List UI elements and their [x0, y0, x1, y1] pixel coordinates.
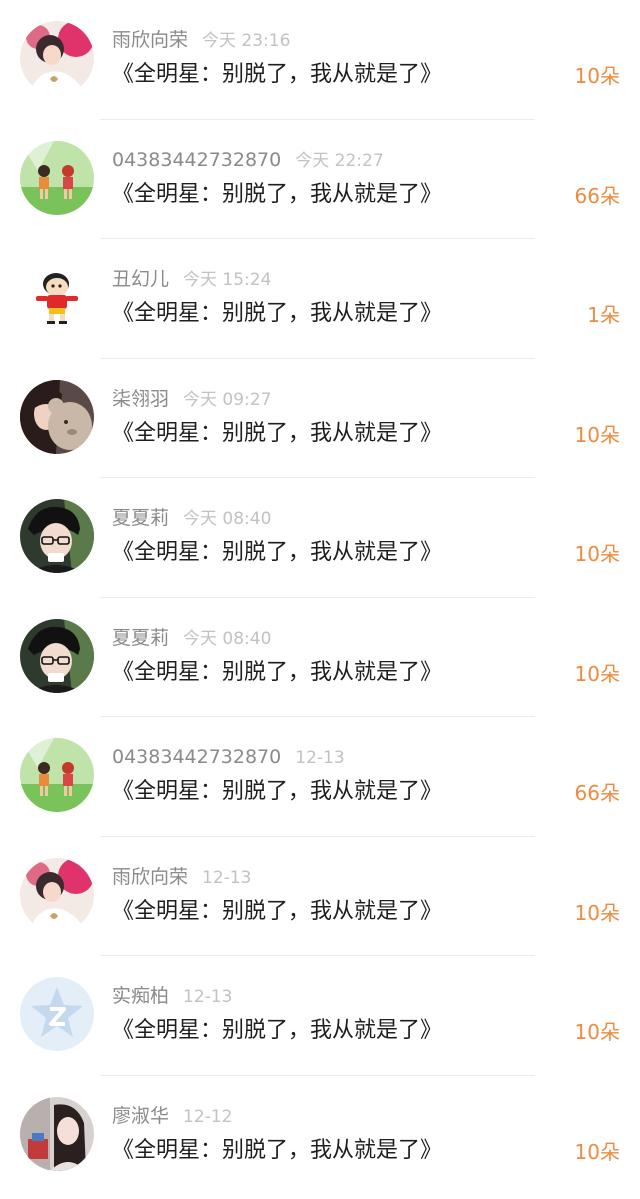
sender-name[interactable]: 实痴柏	[112, 985, 169, 1007]
gift-meta: 雨欣向荣 12-13	[112, 863, 251, 891]
sender-name[interactable]: 廖淑华	[112, 1105, 169, 1127]
gift-time: 12-13	[295, 748, 345, 768]
sender-name[interactable]: 夏夏莉	[112, 627, 169, 649]
gift-record-list: 雨欣向荣 今天 23:16 《全明星：别脱了，我从就是了》 10朵 0438344…	[0, 0, 640, 1199]
song-title[interactable]: 《全明星：别脱了，我从就是了》	[112, 59, 442, 91]
gift-meta: 雨欣向荣 今天 23:16	[112, 26, 290, 54]
song-title[interactable]: 《全明星：别脱了，我从就是了》	[112, 537, 442, 569]
flower-count: 10朵	[574, 1020, 620, 1044]
list-item[interactable]: 丑幻儿 今天 15:24 《全明星：别脱了，我从就是了》 1朵	[0, 239, 640, 359]
sender-name[interactable]: 雨欣向荣	[112, 866, 188, 888]
sender-name[interactable]: 夏夏莉	[112, 507, 169, 529]
avatar-girl-teddy-bear[interactable]	[20, 379, 94, 454]
avatar-boy-glasses[interactable]	[20, 618, 94, 693]
list-item[interactable]: 实痴柏 12-13 《全明星：别脱了，我从就是了》 10朵	[0, 956, 640, 1076]
avatar-anime-kids-field[interactable]	[20, 738, 94, 812]
song-title[interactable]: 《全明星：别脱了，我从就是了》	[112, 1135, 442, 1167]
flower-count: 10朵	[574, 900, 620, 925]
list-item[interactable]: 04383442732870 12-13 《全明星：别脱了，我从就是了》 66朵	[0, 717, 640, 837]
gift-time: 12-12	[183, 1106, 233, 1127]
sender-name[interactable]: 柒翎羽	[112, 388, 169, 410]
song-title[interactable]: 《全明星：别脱了，我从就是了》	[112, 896, 442, 928]
song-title[interactable]: 《全明星：别脱了，我从就是了》	[112, 179, 442, 211]
gift-meta: 实痴柏 12-13	[112, 982, 232, 1010]
list-item[interactable]: 04383442732870 今天 22:27 《全明星：别脱了，我从就是了》 6…	[0, 120, 640, 239]
gift-meta: 廖淑华 12-12	[112, 1102, 232, 1130]
song-title[interactable]: 《全明星：别脱了，我从就是了》	[112, 776, 442, 808]
flower-count: 1朵	[587, 303, 620, 327]
gift-time: 今天 22:27	[295, 150, 384, 171]
sender-name[interactable]: 04383442732870	[112, 746, 281, 768]
flower-count: 10朵	[574, 64, 620, 88]
gift-meta: 柒翎羽 今天 09:27	[112, 385, 271, 413]
gift-time: 12-13	[183, 987, 233, 1007]
gift-time: 12-13	[202, 867, 252, 888]
song-title[interactable]: 《全明星：别脱了，我从就是了》	[112, 1015, 442, 1047]
avatar-anime-kids-field[interactable]	[20, 140, 94, 215]
gift-meta: 丑幻儿 今天 15:24	[112, 265, 271, 293]
flower-count: 10朵	[574, 542, 620, 566]
gift-meta: 夏夏莉 今天 08:40	[112, 504, 271, 532]
gift-time: 今天 23:16	[202, 31, 291, 51]
flower-count: 10朵	[574, 422, 620, 447]
flower-count: 66朵	[574, 781, 620, 805]
list-item[interactable]: 廖淑华 12-12 《全明星：别脱了，我从就是了》 10朵	[0, 1076, 640, 1196]
list-item[interactable]: 雨欣向荣 12-13 《全明星：别脱了，我从就是了》 10朵	[0, 837, 640, 956]
avatar-default-star[interactable]	[20, 977, 94, 1051]
list-item[interactable]: 雨欣向荣 今天 23:16 《全明星：别脱了，我从就是了》 10朵	[0, 0, 640, 120]
avatar-girl-fan-art[interactable]	[20, 857, 94, 932]
song-title[interactable]: 《全明星：别脱了，我从就是了》	[112, 418, 442, 450]
gift-meta: 04383442732870 今天 22:27	[112, 146, 384, 174]
list-item[interactable]: 夏夏莉 今天 08:40 《全明星：别脱了，我从就是了》 10朵	[0, 478, 640, 598]
flower-count: 10朵	[574, 661, 620, 686]
gift-time: 今天 15:24	[183, 270, 272, 290]
avatar-boy-glasses[interactable]	[20, 499, 94, 573]
flower-count: 66朵	[574, 183, 620, 208]
gift-meta: 04383442732870 12-13	[112, 743, 345, 771]
avatar-girl-fan-art[interactable]	[20, 21, 94, 95]
sender-name[interactable]: 雨欣向荣	[112, 29, 188, 51]
flower-count: 10朵	[574, 1139, 620, 1164]
gift-time: 今天 08:40	[183, 628, 272, 649]
sender-name[interactable]: 04383442732870	[112, 149, 281, 171]
song-title[interactable]: 《全明星：别脱了，我从就是了》	[112, 657, 442, 689]
avatar-woman-photo[interactable]	[20, 1096, 94, 1171]
gift-time: 今天 09:27	[183, 389, 272, 410]
song-title[interactable]: 《全明星：别脱了，我从就是了》	[112, 298, 442, 330]
gift-time: 今天 08:40	[183, 509, 272, 529]
avatar-cartoon-boy[interactable]	[20, 260, 94, 334]
sender-name[interactable]: 丑幻儿	[112, 268, 169, 290]
gift-meta: 夏夏莉 今天 08:40	[112, 624, 271, 652]
list-item[interactable]: 夏夏莉 今天 08:40 《全明星：别脱了，我从就是了》 10朵	[0, 598, 640, 717]
list-item[interactable]: 柒翎羽 今天 09:27 《全明星：别脱了，我从就是了》 10朵	[0, 359, 640, 478]
